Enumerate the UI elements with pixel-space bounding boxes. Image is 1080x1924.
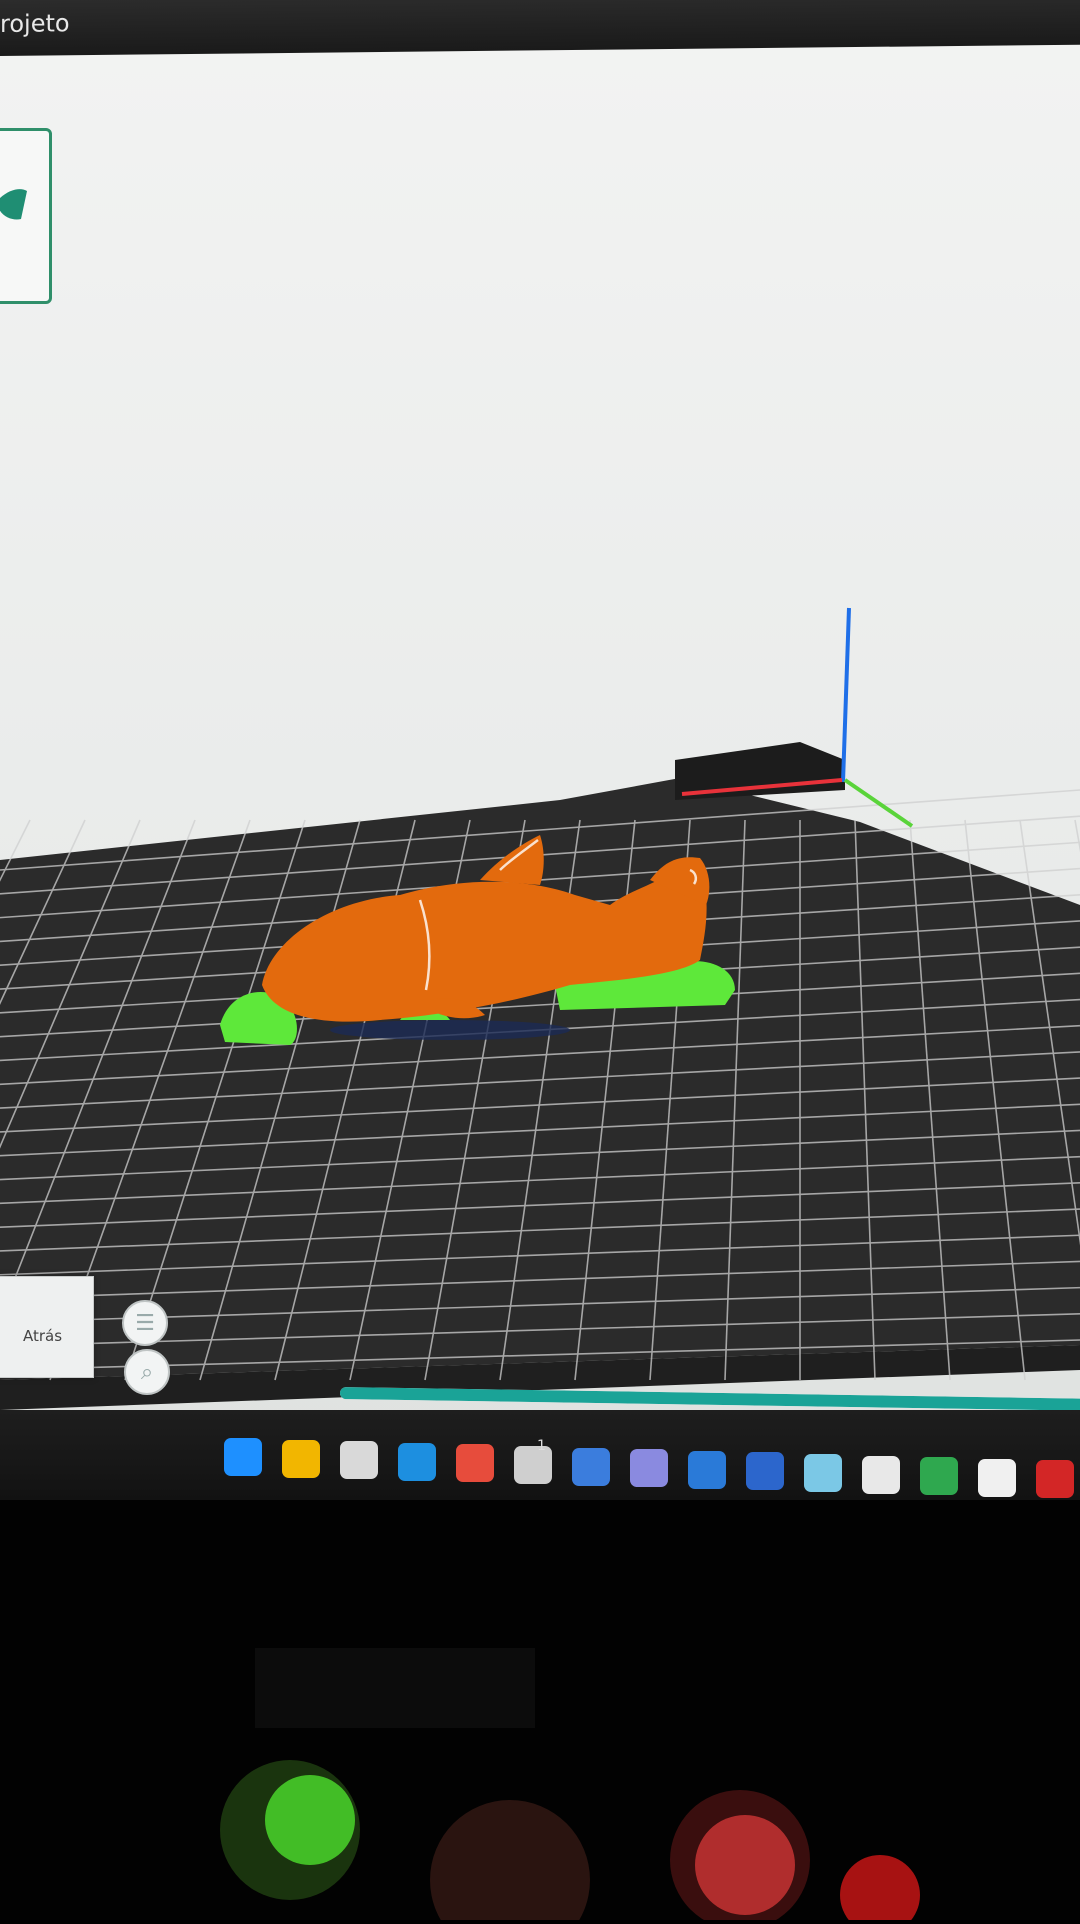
windows-start-icon[interactable] — [224, 1438, 262, 1476]
menu-icon: ☰ — [135, 1310, 155, 1336]
green-app-icon[interactable] — [920, 1457, 958, 1496]
microsoft-store-icon[interactable] — [340, 1441, 378, 1480]
menu-button[interactable]: ☰ — [122, 1300, 168, 1346]
print-scene — [0, 607, 1080, 1410]
calculator-icon[interactable] — [572, 1447, 610, 1486]
paint-icon[interactable] — [688, 1450, 726, 1489]
chrome-icon[interactable] — [456, 1444, 494, 1483]
view-cube-label: Atrás — [23, 1327, 63, 1345]
desk-background — [0, 1500, 1080, 1924]
object-thumbnail[interactable] — [0, 128, 52, 304]
slicer-app-icon[interactable] — [514, 1446, 552, 1484]
map-app-icon[interactable] — [804, 1454, 842, 1492]
edge-icon[interactable] — [398, 1442, 436, 1481]
speed-app-icon[interactable] — [978, 1458, 1016, 1497]
rgb-fans — [220, 1648, 920, 1924]
remote-icon[interactable] — [746, 1452, 784, 1491]
chrome-badge: 1 — [537, 1438, 546, 1454]
window-title: rojeto — [0, 9, 70, 38]
z-axis — [841, 607, 851, 783]
acrobat-icon[interactable] — [1036, 1460, 1074, 1499]
search-icon: ⌕ — [140, 1359, 154, 1385]
printer-icon[interactable] — [862, 1455, 900, 1494]
fish-thumbnail-icon — [0, 189, 27, 220]
view-cube[interactable]: Atrás — [0, 1276, 94, 1378]
model-shadow — [330, 1020, 570, 1040]
zoom-button[interactable]: ⌕ — [124, 1349, 170, 1395]
monitor-screen: rojeto Atrás ☰ ⌕ 1 — [0, 0, 1080, 1500]
windows-taskbar: 1 — [0, 1410, 1080, 1500]
photo-app-icon[interactable] — [630, 1449, 668, 1488]
file-explorer-icon[interactable] — [282, 1439, 320, 1478]
